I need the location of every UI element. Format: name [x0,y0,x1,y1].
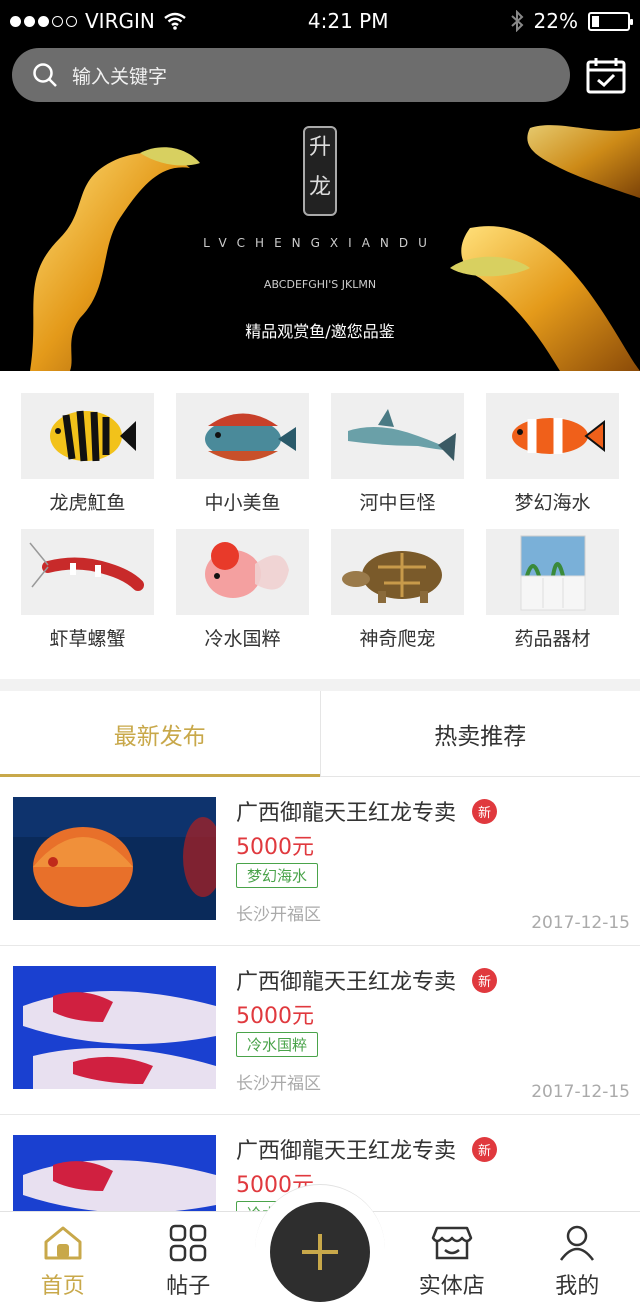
banner-brand-text: ABCDEFGHI'S JKLMN [263,278,377,291]
category-item[interactable]: 河中巨怪 [320,393,475,517]
tiger-fish-icon [21,393,154,479]
nav-store-label: 实体店 [418,1274,485,1299]
item-price: 5000元 [236,835,314,860]
item-title: 广西御龍天王红龙专卖 [236,1139,457,1164]
tortoise-icon [331,529,464,615]
list-item[interactable]: 广西御龍天王红龙专卖新 5000元 冷水国粹 长沙开福区 2017-12-15 [0,946,640,1115]
item-date: 2017-12-15 [531,913,630,933]
calendar-check-icon [586,58,626,94]
category-item[interactable]: 冷水国粹 [165,529,320,653]
calendar-check-button[interactable] [584,53,628,97]
item-tag: 冷水国粹 [236,1032,319,1057]
category-label: 虾草螺蟹 [49,628,126,650]
add-post-button[interactable] [269,1202,370,1302]
store-icon [431,1226,472,1260]
item-title: 广西御龍天王红龙专卖 [236,801,457,826]
new-badge: 新 [472,1136,498,1162]
category-item[interactable]: 神奇爬宠 [320,529,475,653]
shrimp-icon [21,529,154,615]
list-item[interactable]: 广西御龍天王红龙专卖新 5000元 梦幻海水 长沙开福区 2017-12-15 [0,777,640,946]
category-label: 龙虎魟鱼 [49,492,126,514]
plus-icon [301,1234,338,1270]
status-time: 4:21 PM [307,9,389,33]
item-location: 长沙开福区 [236,905,321,925]
status-bar: VIRGIN 4:21 PM 22% [0,0,640,42]
item-location: 长沙开福区 [236,1074,321,1094]
category-label: 药品器材 [514,628,591,650]
battery-icon [587,11,633,31]
nav-posts-label: 帖子 [166,1274,211,1299]
nav-store[interactable]: 实体店 [389,1212,514,1315]
nav-home-label: 首页 [40,1274,85,1299]
wifi-icon [164,12,186,30]
goldfish-icon [176,529,309,615]
banner-latin-text: LVCHENGXIANDU [203,236,437,250]
bottom-nav: 首页 帖子 实体店 我的 [0,1184,640,1315]
search-placeholder: 输入关键字 [72,65,168,88]
category-item[interactable]: 虾草螺蟹 [10,529,165,653]
search-input[interactable]: 输入关键字 [12,48,570,102]
cichlid-fish-icon [176,393,309,479]
new-badge: 新 [472,967,498,993]
promo-banner[interactable]: 升龙 LVCHENGXIANDU ABCDEFGHI'S JKLMN 精品观赏鱼… [0,108,640,371]
category-label: 冷水国粹 [204,628,281,650]
banner-caption: 精品观赏鱼/邀您品鉴 [245,322,395,341]
bluetooth-icon [510,10,523,32]
item-date: 2017-12-15 [531,1082,630,1102]
feed-tabs: 最新发布 热卖推荐 [0,691,640,777]
nav-posts[interactable]: 帖子 [125,1212,250,1315]
item-tag: 梦幻海水 [236,863,319,888]
category-grid: 龙虎魟鱼 中小美鱼 河中巨怪 梦幻海水 虾草螺蟹 冷水国粹 神奇爬宠 药品器材 [0,371,640,659]
item-price: 5000元 [236,1004,314,1029]
category-label: 河中巨怪 [359,492,436,514]
home-icon [44,1226,82,1260]
nav-center-slot [251,1184,389,1315]
section-divider [0,679,640,691]
category-item[interactable]: 中小美鱼 [165,393,320,517]
battery-percent: 22% [533,9,578,33]
category-label: 中小美鱼 [204,492,281,514]
discus-fish-image [13,797,216,920]
user-icon [560,1225,595,1261]
nav-mine-label: 我的 [555,1274,600,1299]
tab-hot[interactable]: 热卖推荐 [319,691,640,776]
clownfish-icon [486,393,619,479]
category-label: 神奇爬宠 [359,628,436,650]
item-title: 广西御龍天王红龙专卖 [236,970,457,995]
search-icon [33,63,57,87]
category-label: 梦幻海水 [514,492,591,514]
nav-home[interactable]: 首页 [0,1212,125,1315]
banner-seal: 升龙 [303,126,337,216]
category-item[interactable]: 药品器材 [475,529,630,653]
header: VIRGIN 4:21 PM 22% 输入关键字 [0,0,640,108]
carrier-name: VIRGIN [85,9,155,33]
catfish-icon [331,393,464,479]
new-badge: 新 [472,798,498,824]
nav-mine[interactable]: 我的 [515,1212,640,1315]
tab-latest[interactable]: 最新发布 [0,691,320,777]
grid-icon [169,1224,207,1262]
signal-icon [10,15,77,27]
aquarium-tank-icon [486,529,619,615]
category-item[interactable]: 龙虎魟鱼 [10,393,165,517]
category-item[interactable]: 梦幻海水 [475,393,630,517]
koi-fish-image [13,966,216,1089]
